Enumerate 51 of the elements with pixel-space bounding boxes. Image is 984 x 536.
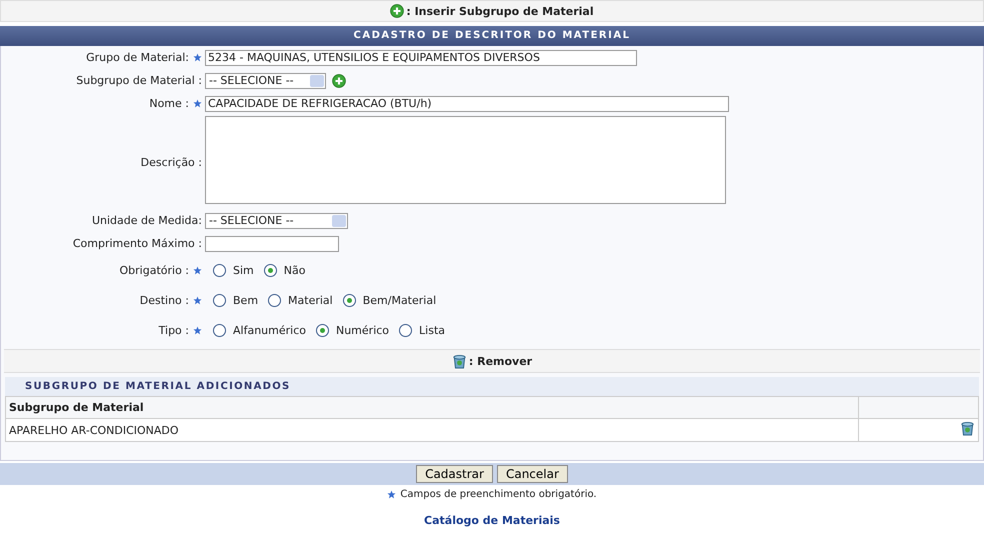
radio-label: Sim	[233, 264, 254, 276]
radio-label: Bem/Material	[362, 294, 436, 306]
section-title: SUBGRUPO DE MATERIAL ADICIONADOS	[5, 377, 979, 396]
radio-label: Material	[288, 294, 333, 306]
trash-icon[interactable]	[452, 354, 467, 368]
field-label: Unidade de Medida:	[92, 214, 202, 227]
trash-icon[interactable]	[960, 421, 975, 436]
text-field[interactable]	[205, 236, 339, 252]
field-label: Grupo de Material:	[86, 51, 189, 64]
radio-label: Alfanumérico	[233, 324, 306, 336]
field-label: Obrigatório :	[120, 264, 189, 276]
field-label: Subgrupo de Material :	[76, 74, 202, 87]
insert-subgroup-link[interactable]: : Inserir Subgrupo de Material	[406, 4, 594, 18]
field-label: Nome :	[149, 97, 189, 110]
description-field[interactable]	[205, 116, 726, 204]
text-field[interactable]: 5234 - MAQUINAS, UTENSILIOS E EQUIPAMENTOS DIVERSOS	[205, 50, 637, 66]
radio-button[interactable]	[399, 324, 412, 336]
table-cell: APARELHO AR-CONDICIONADO	[6, 418, 858, 442]
catalog-link[interactable]: Catálogo de Materiais	[0, 514, 984, 527]
radio-button[interactable]	[264, 264, 277, 276]
required-note: Campos de preenchimento obrigatório.	[400, 489, 597, 500]
radio-button[interactable]	[342, 294, 356, 306]
required-star-icon	[193, 326, 202, 334]
radio-button[interactable]	[213, 324, 226, 336]
radio-label: Bem	[233, 294, 258, 306]
radio-label: Lista	[419, 324, 446, 336]
field-label: Destino :	[140, 294, 189, 306]
add-icon[interactable]	[390, 4, 404, 18]
legend-text: : Remover	[468, 354, 532, 368]
required-star-icon	[193, 53, 202, 62]
radio-label: Não	[284, 264, 306, 276]
field-label: Descrição :	[140, 156, 202, 168]
radio-button[interactable]	[316, 324, 329, 336]
form-button[interactable]: Cancelar	[496, 465, 568, 483]
required-star-icon	[193, 99, 202, 108]
required-star-icon	[193, 296, 202, 304]
radio-label: Numérico	[336, 324, 390, 336]
radio-button[interactable]	[213, 264, 226, 276]
radio-button[interactable]	[213, 294, 226, 306]
radio-button[interactable]	[268, 294, 282, 306]
add-icon[interactable]	[332, 74, 346, 88]
field-label: Comprimento Máximo :	[72, 237, 202, 250]
column-header: Subgrupo de Material	[6, 396, 858, 418]
text-field[interactable]: CAPACIDADE DE REFRIGERACAO (BTU/h)	[205, 96, 729, 112]
required-star-icon	[193, 266, 202, 274]
dropdown[interactable]: -- SELECIONE --	[205, 212, 348, 228]
form-button[interactable]: Cadastrar	[416, 465, 493, 483]
dropdown[interactable]: -- SELECIONE --	[205, 72, 326, 88]
form-title: CADASTRO DE DESCRITOR DO MATERIAL	[0, 26, 984, 46]
required-star-icon	[387, 490, 396, 499]
field-label: Tipo :	[158, 324, 189, 336]
